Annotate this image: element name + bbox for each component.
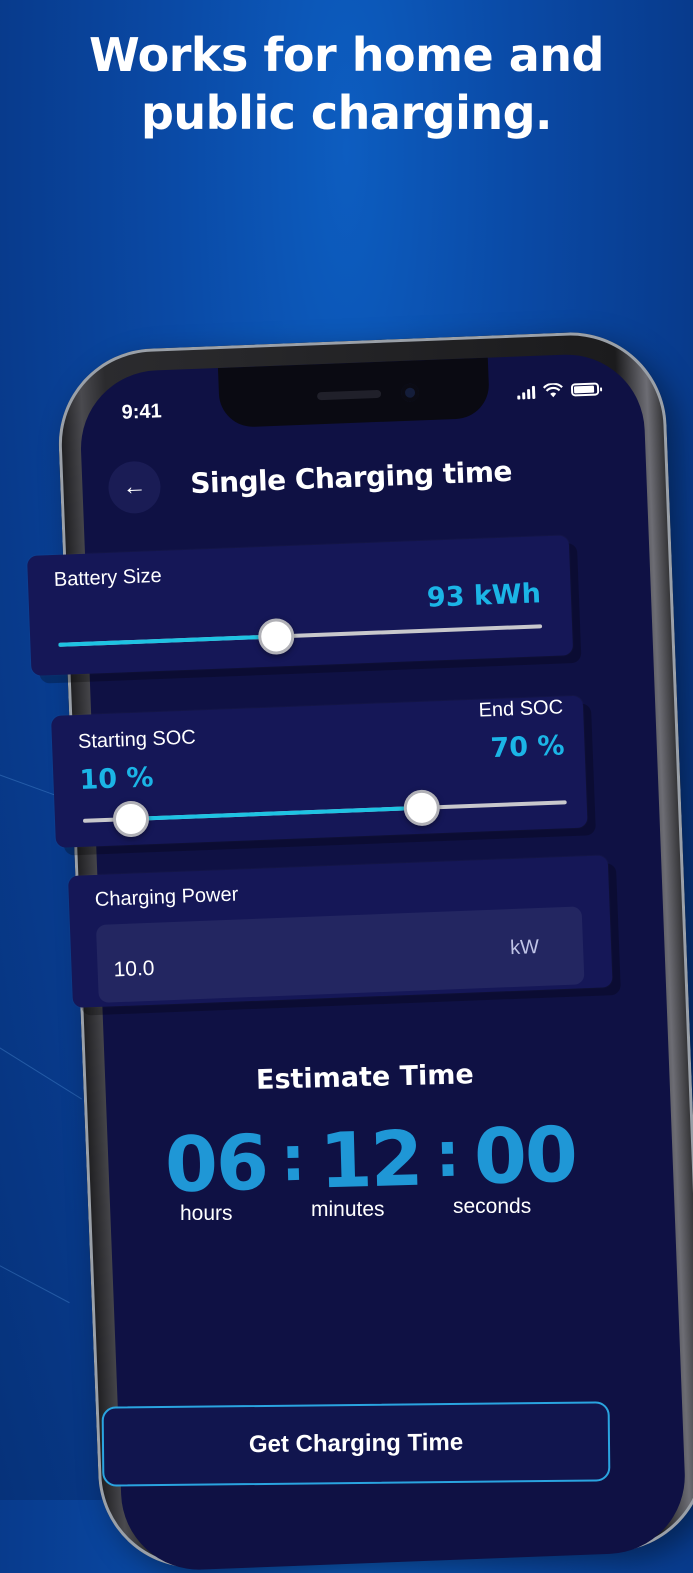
battery-size-value: 93 kWh — [426, 578, 542, 614]
minutes-value: 12 — [318, 1113, 423, 1206]
background-line — [0, 760, 55, 796]
soc-range-fill — [131, 805, 422, 821]
end-soc-label: End SOC — [478, 696, 564, 722]
hours-value: 06 — [163, 1117, 268, 1210]
back-arrow-icon: ← — [121, 472, 147, 501]
screen-title: Single Charging time — [189, 454, 513, 501]
wifi-icon — [542, 382, 563, 398]
seconds-value: 00 — [472, 1109, 577, 1202]
signal-icon — [517, 384, 536, 400]
charging-power-card: Charging Power 10.0 kW — [68, 855, 613, 1008]
notch — [217, 357, 491, 429]
get-charging-time-button[interactable]: Get Charging Time — [101, 1401, 611, 1487]
estimate-time-display: 06 : 12 : 00 — [163, 1109, 577, 1210]
end-soc-slider-thumb[interactable] — [402, 789, 441, 827]
soc-card: Starting SOC End SOC 10 % 70 % — [51, 695, 588, 848]
charging-power-unit: kW — [509, 935, 540, 960]
headline: Works for home and public charging. — [0, 26, 693, 142]
charging-power-label: Charging Power — [94, 883, 239, 911]
battery-size-fill — [58, 634, 277, 647]
estimate-time-title: Estimate Time — [255, 1059, 475, 1096]
battery-size-slider-thumb[interactable] — [257, 617, 295, 656]
battery-icon — [570, 382, 600, 397]
starting-soc-value: 10 % — [78, 762, 155, 796]
status-icons — [517, 381, 600, 400]
starting-soc-slider-thumb[interactable] — [112, 800, 151, 838]
hours-label: hours — [180, 1202, 233, 1225]
speaker-grille — [316, 389, 382, 401]
get-charging-time-label: Get Charging Time — [248, 1428, 464, 1459]
battery-size-label: Battery Size — [53, 564, 163, 591]
seconds-label: seconds — [453, 1195, 532, 1218]
background-line — [0, 1035, 83, 1100]
back-button[interactable]: ← — [107, 460, 162, 515]
status-time: 9:41 — [121, 400, 163, 424]
charging-power-input[interactable]: 10.0 kW — [95, 906, 585, 1003]
end-soc-value: 70 % — [489, 730, 566, 765]
headline-line-1: Works for home and — [89, 28, 604, 82]
timer-separator: : — [434, 1117, 461, 1192]
timer-separator: : — [279, 1121, 307, 1196]
minutes-label: minutes — [311, 1198, 385, 1221]
battery-size-card: Battery Size 93 kWh — [27, 535, 574, 676]
camera-icon — [400, 383, 420, 403]
background-line — [0, 1260, 70, 1304]
charging-power-value: 10.0 — [113, 956, 155, 982]
headline-line-2: public charging. — [140, 86, 553, 140]
starting-soc-label: Starting SOC — [77, 726, 197, 753]
